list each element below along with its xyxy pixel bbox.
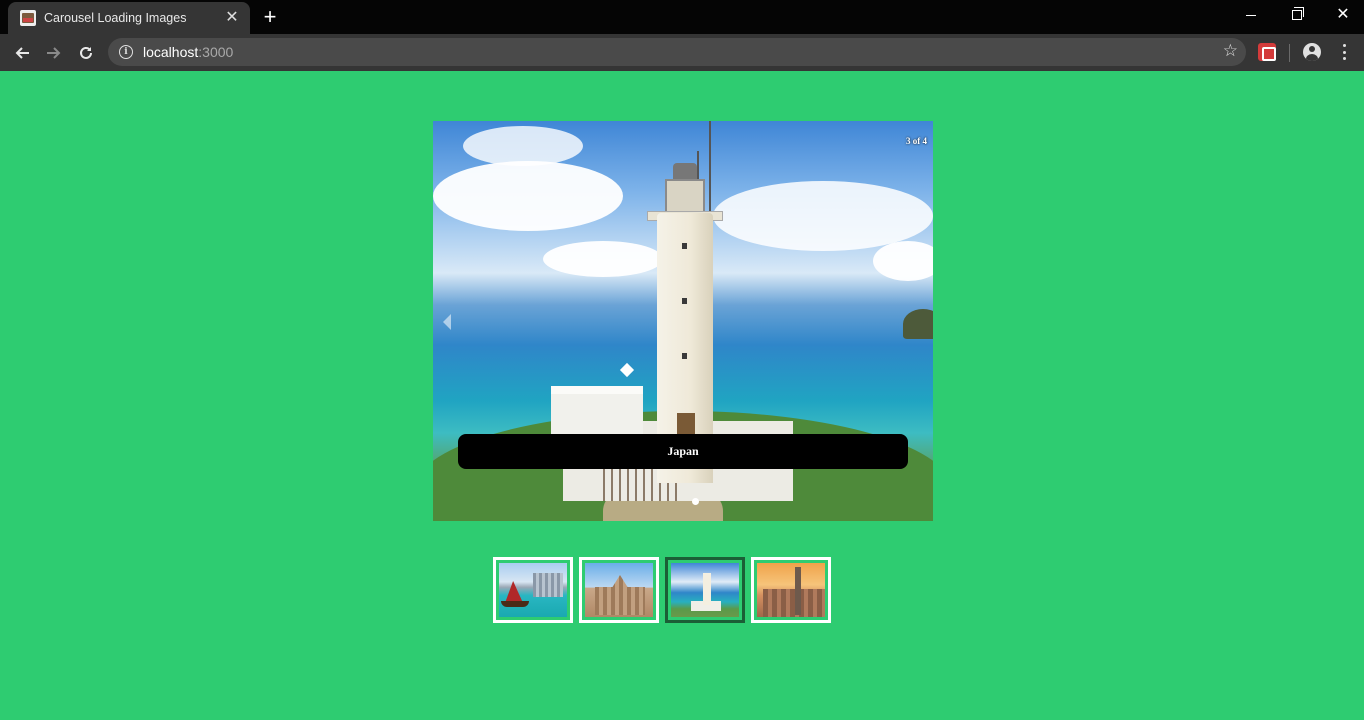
minimize-button[interactable]	[1228, 0, 1274, 30]
tab-title: Carousel Loading Images	[44, 11, 187, 25]
url-text: localhost:3000	[143, 44, 234, 60]
extension-icon[interactable]	[1258, 43, 1276, 61]
menu-icon[interactable]	[1336, 42, 1352, 62]
thumbnail-strip	[493, 557, 833, 623]
forward-button[interactable]	[40, 39, 68, 67]
slide-caption: Japan	[458, 434, 908, 469]
toolbar-divider	[1289, 44, 1290, 62]
previous-arrow-icon[interactable]	[443, 314, 451, 330]
close-icon: ✕	[1336, 6, 1350, 23]
thumbnail-image	[671, 563, 739, 617]
address-bar[interactable]: i localhost:3000 ☆	[108, 38, 1246, 66]
browser-toolbar: i localhost:3000 ☆	[0, 34, 1364, 71]
slide-indicator-dot[interactable]	[692, 498, 699, 505]
close-window-button[interactable]: ✕	[1320, 0, 1364, 30]
thumbnail-new-york[interactable]	[751, 557, 831, 623]
thumbnail-image	[757, 563, 825, 617]
reload-button[interactable]	[72, 39, 100, 67]
thumbnail-japan[interactable]	[665, 557, 745, 623]
forward-arrow-icon	[47, 47, 61, 59]
caption-text: Japan	[667, 444, 699, 458]
back-arrow-icon	[15, 47, 29, 59]
bookmark-star-icon[interactable]: ☆	[1223, 41, 1238, 61]
new-tab-button[interactable]: +	[258, 6, 282, 28]
back-button[interactable]	[8, 39, 36, 67]
close-tab-icon[interactable]: ✕	[224, 10, 240, 26]
restore-button[interactable]	[1274, 0, 1320, 30]
thumbnail-image	[585, 563, 653, 617]
info-icon[interactable]: i	[119, 45, 133, 59]
thumbnail-hong-kong[interactable]	[493, 557, 573, 623]
browser-tab[interactable]: Carousel Loading Images ✕	[8, 2, 250, 34]
reload-icon	[80, 46, 92, 59]
slide-counter: 3 of 4	[906, 136, 927, 146]
image-favicon-icon	[20, 10, 36, 26]
browser-titlebar: Carousel Loading Images ✕ + ✕	[0, 0, 1364, 34]
minimize-icon	[1246, 14, 1256, 16]
profile-icon[interactable]	[1303, 43, 1321, 61]
thumbnail-macau[interactable]	[579, 557, 659, 623]
thumbnail-image	[499, 563, 567, 617]
restore-icon	[1292, 7, 1304, 20]
image-carousel: 3 of 4 Japan	[433, 121, 933, 521]
